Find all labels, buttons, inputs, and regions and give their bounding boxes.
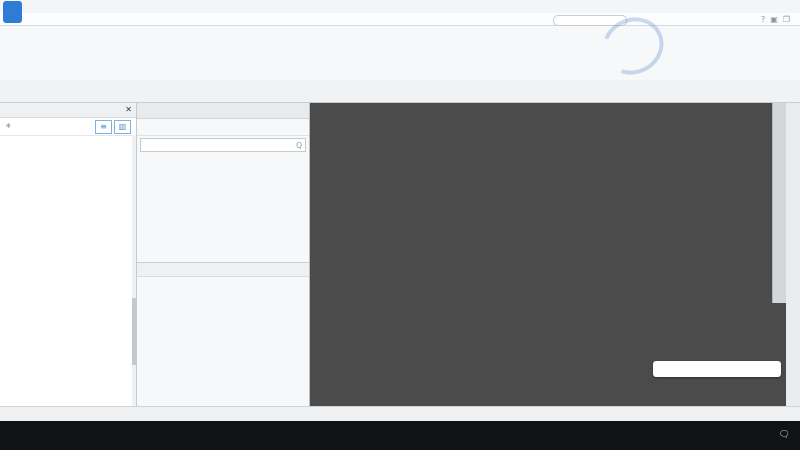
title-bar [0,0,800,23]
component-panel-tabs [137,103,309,119]
nav-scrollbar[interactable] [132,135,136,406]
navigation-panel: ✕ ∗ ≡ ▥ [0,103,137,406]
menu-tab-bar [0,13,800,26]
restore-document-icon[interactable]: ❐ [783,15,790,24]
panel-close-icon[interactable]: ✕ [125,103,132,117]
account-icon[interactable]: ▣ [770,15,778,24]
nav-toolbar: ∗ ≡ ▥ [0,118,136,136]
ribbon [0,26,800,81]
ime-toolbar [653,361,781,377]
detail-view-button[interactable]: ▥ [114,120,131,134]
filter-icon[interactable]: ∗ [5,121,12,130]
component-list-panel: Q [137,103,310,406]
property-panel-title [137,262,309,277]
component-search[interactable]: Q [140,138,306,152]
search-input[interactable] [553,15,627,26]
view-toolbar [772,103,786,303]
windows-taskbar: 🗨 [0,421,800,450]
property-panel [137,262,309,277]
status-bar [0,406,800,422]
options-bar [0,80,800,103]
component-toolbar [137,119,309,136]
help-icon[interactable]: ? [761,15,765,24]
app-logo[interactable] [3,1,22,23]
notification-center-icon[interactable]: 🗨 [779,430,790,440]
component-group-row[interactable] [137,154,309,157]
app-window: ? ▣ ❐ ✕ ∗ ≡ ▥ Q 🗨 [0,0,800,450]
titlebar-helper-icons: ? ▣ ❐ [761,15,790,24]
list-view-button[interactable]: ≡ [95,120,112,134]
component-tree [0,135,131,406]
search-icon: Q [296,140,302,150]
